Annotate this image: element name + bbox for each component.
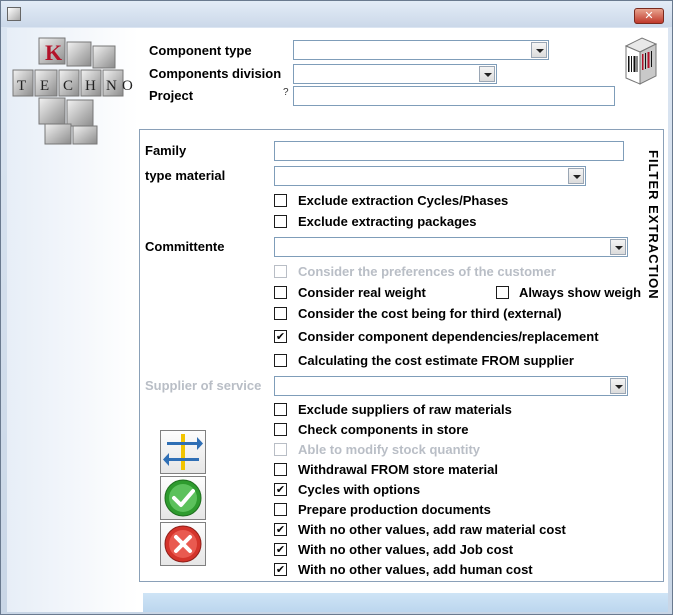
exclude-raw-suppliers-label: Exclude suppliers of raw materials [298, 402, 512, 417]
client-area: K T E C H N O Component type Components … [7, 28, 668, 612]
close-button[interactable]: ✕ [634, 8, 664, 24]
customer-preferences-label: Consider the preferences of the customer [298, 264, 556, 279]
raw-material-cost-label: With no other values, add raw material c… [298, 522, 566, 537]
components-division-label: Components division [149, 66, 282, 81]
transfer-button[interactable] [160, 430, 206, 474]
bottom-status-bar [143, 593, 668, 612]
logo-letter-e: E [40, 78, 49, 94]
app-icon [7, 7, 21, 21]
cycles-options-label: Cycles with options [298, 482, 421, 497]
chevron-down-icon[interactable] [610, 378, 626, 394]
project-hint: ? [283, 87, 289, 98]
always-show-weight-label: Always show weigh [519, 285, 641, 300]
chevron-down-icon[interactable] [479, 66, 495, 82]
transfer-arrows-icon [163, 434, 203, 470]
title-bar: ✕ [1, 1, 672, 27]
cancel-button[interactable] [160, 522, 206, 566]
human-cost-checkbox[interactable]: ✔ [274, 563, 287, 576]
exclude-cycles-checkbox[interactable] [274, 194, 287, 207]
confirm-button[interactable] [160, 476, 206, 520]
check-store-label: Check components in store [298, 422, 469, 437]
project-input[interactable] [293, 86, 615, 106]
always-show-weight-checkbox[interactable] [496, 286, 509, 299]
logo-letter-t: T [17, 78, 26, 94]
withdrawal-store-checkbox[interactable] [274, 463, 287, 476]
components-division-select[interactable] [293, 64, 497, 84]
logo-letter-c: C [63, 78, 73, 94]
check-store-checkbox[interactable] [274, 423, 287, 436]
real-weight-checkbox[interactable] [274, 286, 287, 299]
techno-logo: K T E C H N O [12, 37, 133, 145]
customer-preferences-checkbox[interactable] [274, 265, 287, 278]
logo-letter-h: H [85, 78, 96, 94]
logo-letter-k: K [45, 40, 62, 65]
supplier-of-service-label: Supplier of service [145, 378, 262, 393]
real-weight-label: Consider real weight [298, 285, 426, 300]
component-type-select[interactable] [293, 40, 549, 60]
cost-from-supplier-label: Calculating the cost estimate FROM suppl… [298, 353, 574, 368]
production-docs-label: Prepare production documents [298, 502, 491, 517]
modify-stock-label: Able to modify stock quantity [298, 442, 481, 457]
third-party-cost-label: Consider the cost being for third (exter… [298, 306, 562, 321]
green-check-icon [164, 479, 202, 517]
project-label: Project [149, 88, 194, 103]
cost-from-supplier-checkbox[interactable] [274, 354, 287, 367]
modify-stock-checkbox[interactable] [274, 443, 287, 456]
red-x-icon [164, 525, 202, 563]
third-party-cost-checkbox[interactable] [274, 307, 287, 320]
exclude-cycles-label: Exclude extraction Cycles/Phases [298, 193, 509, 208]
cycles-options-checkbox[interactable]: ✔ [274, 483, 287, 496]
component-dependencies-checkbox[interactable]: ✔ [274, 330, 287, 343]
component-type-label: Component type [149, 43, 252, 58]
barcode-icon[interactable] [624, 36, 658, 86]
main-window: ✕ K T E C H N O Component type Component… [0, 0, 673, 615]
chevron-down-icon[interactable] [610, 239, 626, 255]
left-pane: K T E C H N O [7, 28, 138, 612]
supplier-of-service-select[interactable] [274, 376, 628, 396]
job-cost-label: With no other values, add Job cost [298, 542, 514, 557]
committente-select[interactable] [274, 237, 628, 257]
exclude-packages-label: Exclude extracting packages [298, 214, 477, 229]
component-dependencies-label: Consider component dependencies/replacem… [298, 329, 599, 344]
family-input[interactable] [274, 141, 624, 161]
exclude-raw-suppliers-checkbox[interactable] [274, 403, 287, 416]
human-cost-label: With no other values, add human cost [298, 562, 533, 577]
logo-letter-n: N [106, 78, 117, 94]
withdrawal-store-label: Withdrawal FROM store material [298, 462, 498, 477]
committente-label: Committente [145, 239, 225, 254]
chevron-down-icon[interactable] [568, 168, 584, 184]
chevron-down-icon[interactable] [531, 42, 547, 58]
filter-extraction-title: FILTER EXTRACTION [641, 150, 661, 450]
type-material-select[interactable] [274, 166, 586, 186]
type-material-label: type material [145, 168, 226, 183]
exclude-packages-checkbox[interactable] [274, 215, 287, 228]
family-label: Family [145, 143, 187, 158]
production-docs-checkbox[interactable] [274, 503, 287, 516]
raw-material-cost-checkbox[interactable]: ✔ [274, 523, 287, 536]
logo-letter-o: O [122, 78, 133, 94]
job-cost-checkbox[interactable]: ✔ [274, 543, 287, 556]
filter-extraction-panel: FILTER EXTRACTION Family type material E… [139, 129, 664, 582]
